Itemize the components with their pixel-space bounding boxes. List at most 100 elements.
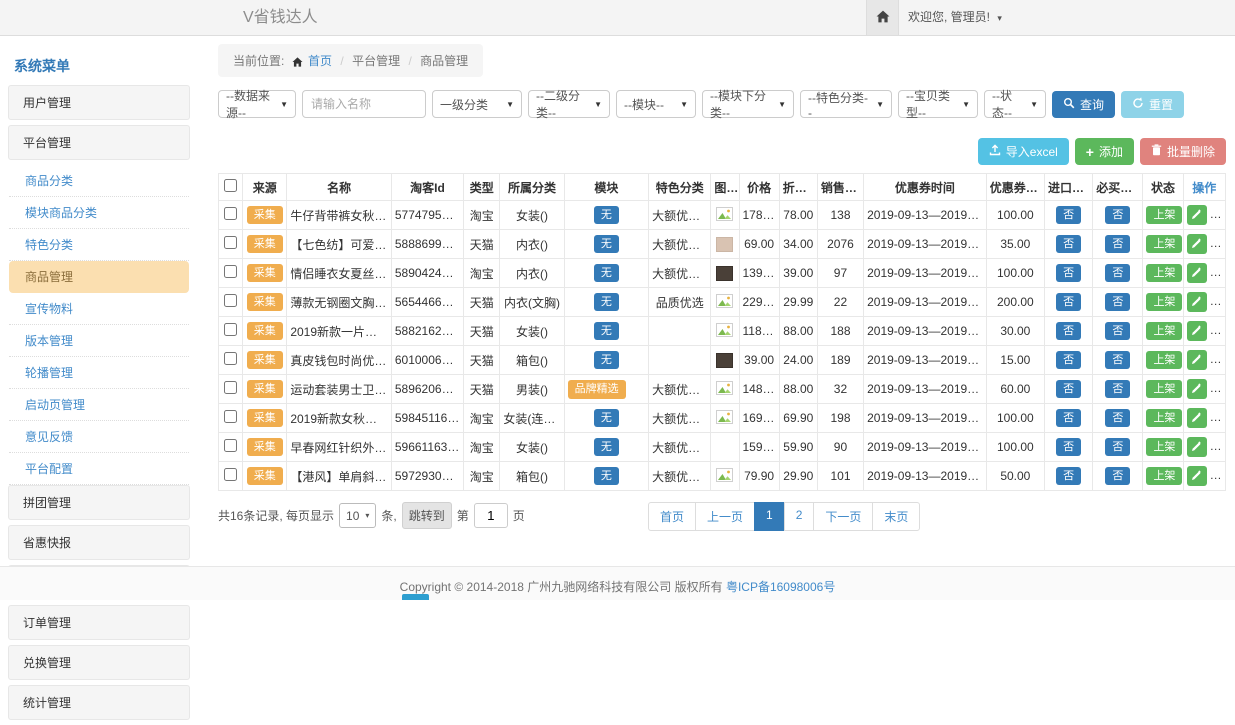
imported-toggle[interactable]: 否 (1056, 409, 1081, 428)
page-button[interactable]: 末页 (872, 502, 920, 531)
row-checkbox[interactable] (224, 468, 237, 481)
status-cell: 上架 (1143, 462, 1183, 491)
edit-button[interactable] (1187, 234, 1207, 254)
icon-cell (711, 433, 739, 462)
must-buy-toggle[interactable]: 否 (1105, 351, 1130, 370)
user-menu[interactable]: 欢迎您, 管理员! ▾ (908, 0, 1002, 36)
imported-toggle[interactable]: 否 (1056, 206, 1081, 225)
status-badge[interactable]: 上架 (1146, 235, 1182, 254)
must-buy-toggle[interactable]: 否 (1105, 409, 1130, 428)
sidebar-item[interactable]: 意见反馈 (9, 421, 189, 453)
filter-select[interactable]: --模块--▼ (616, 90, 696, 118)
filter-select[interactable]: --二级分类--▼ (528, 90, 610, 118)
sidebar-item[interactable]: 宣传物料 (9, 293, 189, 325)
select-all-checkbox[interactable] (224, 179, 237, 192)
add-button[interactable]: + 添加 (1075, 138, 1134, 165)
sidebar-item[interactable]: 启动页管理 (9, 389, 189, 421)
coupon-time-cell: 2019-09-13—2019-09-17 (864, 433, 987, 462)
row-checkbox[interactable] (224, 323, 237, 336)
imported-toggle[interactable]: 否 (1056, 293, 1081, 312)
must-buy-toggle[interactable]: 否 (1105, 293, 1130, 312)
source-cell: 采集 (243, 288, 287, 317)
must-buy-toggle[interactable]: 否 (1105, 467, 1130, 486)
edit-button[interactable] (1187, 408, 1207, 428)
edit-button[interactable] (1187, 292, 1207, 312)
page-button[interactable]: 1 (754, 502, 785, 531)
sidebar-item[interactable]: 统计管理 (8, 685, 190, 720)
icp-link[interactable]: 粤ICP备16098006号 (726, 580, 835, 594)
sidebar-item[interactable]: 订单管理 (8, 605, 190, 640)
sidebar-item[interactable]: 省惠快报 (8, 525, 190, 560)
home-button[interactable] (866, 0, 899, 35)
imported-toggle[interactable]: 否 (1056, 264, 1081, 283)
filter-select[interactable]: 一级分类▼ (432, 90, 522, 118)
page-button[interactable]: 首页 (648, 502, 696, 531)
page-button[interactable]: 下一页 (813, 502, 873, 531)
edit-button[interactable] (1187, 466, 1207, 486)
status-badge[interactable]: 上架 (1146, 380, 1182, 399)
query-button[interactable]: 查询 (1052, 91, 1115, 118)
status-cell: 上架 (1143, 230, 1183, 259)
sidebar-item[interactable]: 版本管理 (9, 325, 189, 357)
sidebar-item[interactable]: 平台管理 (8, 125, 190, 160)
status-badge[interactable]: 上架 (1146, 293, 1182, 312)
status-badge[interactable]: 上架 (1146, 264, 1182, 283)
must-buy-toggle[interactable]: 否 (1105, 206, 1130, 225)
row-checkbox[interactable] (224, 207, 237, 220)
status-badge[interactable]: 上架 (1146, 467, 1182, 486)
status-badge[interactable]: 上架 (1146, 206, 1182, 225)
filter-select[interactable]: --状态--▼ (984, 90, 1046, 118)
edit-button[interactable] (1187, 437, 1207, 457)
sidebar-item[interactable]: 商品管理 (9, 261, 189, 293)
batch-delete-button[interactable]: 批量删除 (1140, 138, 1226, 165)
page-button[interactable]: 2 (784, 502, 815, 531)
edit-button[interactable] (1187, 205, 1207, 225)
jump-button[interactable]: 跳转到 (402, 502, 452, 529)
sidebar-item[interactable]: 平台配置 (9, 453, 189, 485)
reset-button[interactable]: 重置 (1121, 91, 1184, 118)
import-excel-button[interactable]: 导入excel (978, 138, 1069, 165)
sidebar-item[interactable]: 用户管理 (8, 85, 190, 120)
jump-page-input[interactable] (474, 503, 508, 528)
must-buy-toggle[interactable]: 否 (1105, 235, 1130, 254)
row-checkbox[interactable] (224, 352, 237, 365)
filter-select[interactable]: --数据来源--▼ (218, 90, 296, 118)
page-button[interactable]: 上一页 (695, 502, 755, 531)
breadcrumb-home-link[interactable]: 首页 (308, 54, 332, 68)
status-badge[interactable]: 上架 (1146, 409, 1182, 428)
status-badge[interactable]: 上架 (1146, 322, 1182, 341)
must-buy-toggle[interactable]: 否 (1105, 438, 1130, 457)
filter-select[interactable]: --模块下分类--▼ (702, 90, 794, 118)
filter-select[interactable]: --宝贝类型--▼ (898, 90, 978, 118)
edit-button[interactable] (1187, 263, 1207, 283)
sidebar-item[interactable]: 商品分类 (9, 165, 189, 197)
imported-toggle[interactable]: 否 (1056, 351, 1081, 370)
sidebar-item[interactable]: 模块商品分类 (9, 197, 189, 229)
sidebar-item[interactable]: 特色分类 (9, 229, 189, 261)
imported-toggle[interactable]: 否 (1056, 322, 1081, 341)
imported-toggle[interactable]: 否 (1056, 380, 1081, 399)
sidebar-item[interactable]: 拼团管理 (8, 485, 190, 520)
row-checkbox[interactable] (224, 439, 237, 452)
row-checkbox[interactable] (224, 236, 237, 249)
imported-toggle[interactable]: 否 (1056, 235, 1081, 254)
imported-toggle[interactable]: 否 (1056, 438, 1081, 457)
row-checkbox[interactable] (224, 410, 237, 423)
edit-button[interactable] (1187, 379, 1207, 399)
sidebar-item[interactable]: 兑换管理 (8, 645, 190, 680)
status-badge[interactable]: 上架 (1146, 438, 1182, 457)
name-search-input[interactable] (302, 90, 426, 118)
sidebar-item[interactable]: 轮播管理 (9, 357, 189, 389)
row-checkbox[interactable] (224, 294, 237, 307)
edit-button[interactable] (1187, 321, 1207, 341)
row-checkbox[interactable] (224, 381, 237, 394)
must-buy-toggle[interactable]: 否 (1105, 380, 1130, 399)
status-badge[interactable]: 上架 (1146, 351, 1182, 370)
page-size-select[interactable]: 10 ▾ (339, 503, 376, 528)
must-buy-toggle[interactable]: 否 (1105, 322, 1130, 341)
must-buy-toggle[interactable]: 否 (1105, 264, 1130, 283)
imported-toggle[interactable]: 否 (1056, 467, 1081, 486)
filter-select[interactable]: --特色分类--▼ (800, 90, 892, 118)
edit-button[interactable] (1187, 350, 1207, 370)
row-checkbox[interactable] (224, 265, 237, 278)
